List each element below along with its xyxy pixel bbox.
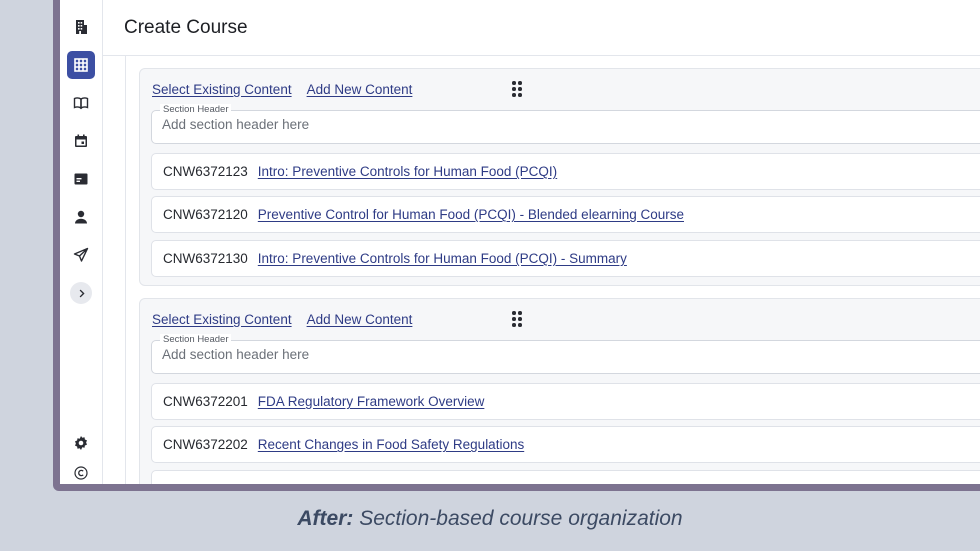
content-item-link[interactable]: Preventive Control for Human Food (PCQI)… [258,207,684,222]
sidebar-item-library[interactable] [67,89,95,117]
calendar-icon [75,134,87,147]
send-icon [73,247,89,262]
caption-prefix: After: [297,507,354,530]
section-header-label: Section Header [160,104,232,116]
person-icon [75,210,87,224]
content-item-code: CNW6372120 [163,207,248,222]
book-icon [73,97,89,110]
grid-icon [74,58,88,72]
content-item-link[interactable]: Intro: Preventive Controls for Human Foo… [258,164,557,179]
sidebar-item-organization[interactable] [67,13,95,41]
content-item-link[interactable]: Intro: Preventive Controls for Human Foo… [258,251,627,266]
content-item: CNW6372120 Preventive Control for Human … [151,196,980,233]
add-new-content-link[interactable]: Add New Content [307,312,413,327]
content-item-code: CNW6372201 [163,394,248,409]
section-header-input[interactable] [162,117,862,132]
content-item-link[interactable]: FDA Regulatory Framework Overview [258,394,485,409]
content-item-code: CNW6372202 [163,437,248,452]
content-item-code: CNW6372123 [163,164,248,179]
content-item-partial [151,470,980,484]
content-item-code: CNW6372130 [163,251,248,266]
card-icon [74,173,88,185]
section-header-label: Section Header [160,334,232,346]
top-bar: Create Course [103,0,980,56]
select-existing-content-link[interactable]: Select Existing Content [152,312,292,327]
copyright-icon [74,466,88,480]
select-existing-content-link[interactable]: Select Existing Content [152,82,292,97]
course-section: Select Existing Content Add New Content … [139,68,980,286]
sidebar [60,0,103,484]
course-section: Select Existing Content Add New Content … [139,298,980,484]
section-header-input[interactable] [162,347,862,362]
content-item: CNW6372130 Intro: Preventive Controls fo… [151,240,980,277]
chevron-right-icon [79,289,85,297]
content-item: CNW6372201 FDA Regulatory Framework Over… [151,383,980,420]
content-item: CNW6372123 Intro: Preventive Controls fo… [151,153,980,190]
content-divider [125,56,126,484]
sidebar-item-calendar[interactable] [67,127,95,155]
drag-handle-icon[interactable] [512,311,522,327]
app-window: Create Course Select Existing Content Ad… [60,0,980,484]
content-item-link[interactable]: Recent Changes in Food Safety Regulation… [258,437,524,452]
sidebar-item-records[interactable] [67,165,95,193]
drag-handle-icon[interactable] [512,81,522,97]
sidebar-item-settings[interactable] [67,429,95,457]
section-header-field: Section Header [151,334,980,374]
sidebar-expand-button[interactable] [70,282,92,304]
content-item: CNW6372202 Recent Changes in Food Safety… [151,426,980,463]
add-new-content-link[interactable]: Add New Content [307,82,413,97]
course-builder: Select Existing Content Add New Content … [103,56,980,484]
building-icon [76,20,87,34]
sidebar-item-messages[interactable] [67,241,95,269]
caption-text: Section-based course organization [359,507,683,530]
sidebar-item-users[interactable] [67,203,95,231]
sidebar-item-about[interactable] [67,459,95,484]
sidebar-item-courses[interactable] [67,51,95,79]
section-header-field: Section Header [151,104,980,144]
gear-icon [75,436,87,450]
page-title: Create Course [124,17,248,38]
caption: After: Section-based course organization [0,507,980,531]
